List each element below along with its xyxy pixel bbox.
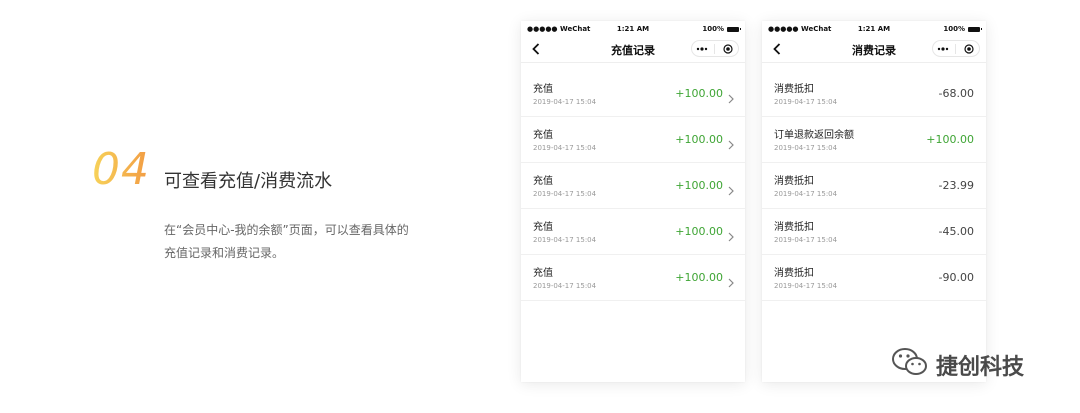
record-row[interactable]: 充值 2019-04-17 15:04 +100.00	[521, 163, 745, 209]
record-date: 2019-04-17 15:04	[533, 282, 597, 290]
record-row[interactable]: 订单退款返回余额 2019-04-17 15:04 +100.00	[762, 117, 986, 163]
record-row[interactable]: 消费抵扣 2019-04-17 15:04 -90.00	[762, 255, 986, 301]
record-date: 2019-04-17 15:04	[533, 190, 597, 198]
close-target-icon[interactable]	[720, 43, 736, 55]
feature-description: 在“会员中心-我的余额”页面，可以查看具体的充值记录和消费记录。	[164, 223, 409, 260]
chevron-right-icon	[727, 89, 735, 104]
record-title: 充值	[533, 176, 553, 187]
record-title: 充值	[533, 268, 553, 279]
capsule-divider	[955, 43, 957, 54]
mini-program-capsule	[691, 40, 739, 57]
nav-bar: 消费记录	[762, 36, 986, 63]
record-amount: -23.99	[938, 179, 974, 192]
record-row[interactable]: 充值 2019-04-17 15:04 +100.00	[521, 209, 745, 255]
record-amount: +100.00	[675, 179, 723, 192]
more-icon[interactable]	[935, 43, 951, 55]
wechat-watermark: 捷创科技	[890, 346, 1024, 384]
record-title: 充值	[533, 130, 553, 141]
battery-icon	[727, 26, 741, 32]
battery-percent: 100%	[702, 25, 724, 33]
record-row[interactable]: 充值 2019-04-17 15:04 +100.00	[521, 117, 745, 163]
chevron-right-icon	[727, 227, 735, 242]
record-amount: +100.00	[675, 271, 723, 284]
record-row[interactable]: 充值 2019-04-17 15:04 +100.00	[521, 255, 745, 301]
more-icon[interactable]	[694, 43, 710, 55]
chevron-right-icon	[727, 135, 735, 150]
status-bar: ●●●●● WeChat 1:21 AM 100%	[521, 21, 745, 36]
record-date: 2019-04-17 15:04	[774, 190, 838, 198]
record-list: 消费抵扣 2019-04-17 15:04 -68.00 订单退款返回余额 2019-0…	[762, 71, 986, 301]
watermark-text: 捷创科技	[936, 355, 1025, 380]
record-title: 消费抵扣	[774, 222, 814, 233]
status-bar: ●●●●● WeChat 1:21 AM 100%	[762, 21, 986, 36]
chevron-right-icon	[727, 181, 735, 196]
record-date: 2019-04-17 15:04	[533, 98, 597, 106]
battery-percent: 100%	[943, 25, 965, 33]
record-row[interactable]: 消费抵扣 2019-04-17 15:04 -45.00	[762, 209, 986, 255]
battery-icon	[968, 26, 982, 32]
battery-status: 100%	[943, 25, 982, 33]
record-title: 充值	[533, 84, 553, 95]
record-date: 2019-04-17 15:04	[774, 98, 838, 106]
phone-consumption-records: ●●●●● WeChat 1:21 AM 100% 消费记录 消费抵扣 2019-…	[762, 21, 986, 382]
record-amount: +100.00	[926, 133, 974, 146]
record-date: 2019-04-17 15:04	[774, 282, 838, 290]
record-amount: -45.00	[938, 225, 974, 238]
record-row[interactable]: 消费抵扣 2019-04-17 15:04 -68.00	[762, 71, 986, 117]
record-date: 2019-04-17 15:04	[533, 144, 597, 152]
record-list: 充值 2019-04-17 15:04 +100.00 充值 2019-04-17 15…	[521, 71, 745, 301]
capsule-divider	[714, 43, 716, 54]
phone-recharge-records: ●●●●● WeChat 1:21 AM 100% 充值记录 充值 2019-04…	[521, 21, 745, 382]
record-title: 消费抵扣	[774, 268, 814, 279]
close-target-icon[interactable]	[961, 43, 977, 55]
record-row[interactable]: 消费抵扣 2019-04-17 15:04 -23.99	[762, 163, 986, 209]
record-amount: -90.00	[938, 271, 974, 284]
record-amount: +100.00	[675, 87, 723, 100]
record-row[interactable]: 充值 2019-04-17 15:04 +100.00	[521, 71, 745, 117]
record-date: 2019-04-17 15:04	[774, 236, 838, 244]
mini-program-capsule	[932, 40, 980, 57]
record-title: 订单退款返回余额	[774, 130, 854, 141]
record-title: 充值	[533, 222, 553, 233]
record-amount: -68.00	[938, 87, 974, 100]
record-date: 2019-04-17 15:04	[774, 144, 838, 152]
record-title: 消费抵扣	[774, 84, 814, 95]
wechat-icon	[890, 346, 930, 384]
record-date: 2019-04-17 15:04	[533, 236, 597, 244]
feature-title: 可查看充值/消费流水	[164, 171, 333, 192]
step-number: 04	[92, 144, 150, 195]
record-title: 消费抵扣	[774, 176, 814, 187]
record-amount: +100.00	[675, 133, 723, 146]
chevron-right-icon	[727, 273, 735, 288]
battery-status: 100%	[702, 25, 741, 33]
record-amount: +100.00	[675, 225, 723, 238]
nav-bar: 充值记录	[521, 36, 745, 63]
